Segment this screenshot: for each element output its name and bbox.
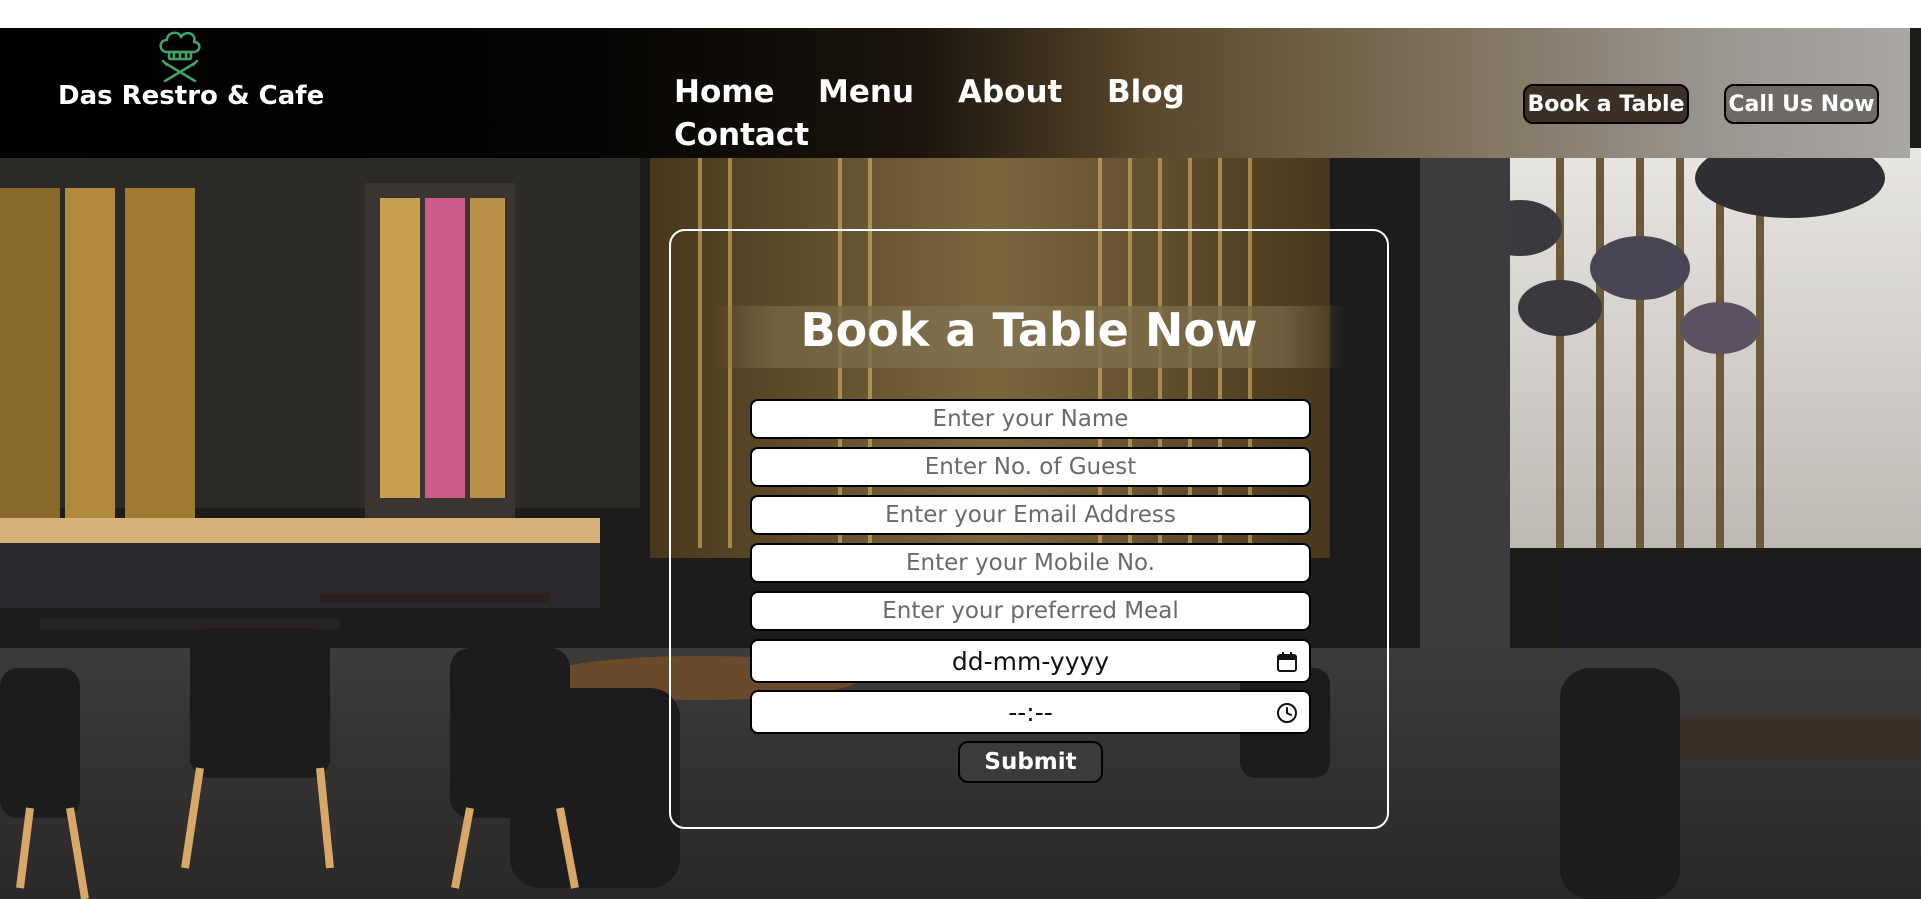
nav-link-home[interactable]: Home [674,74,775,110]
booking-form: Book a Table Now dd-mm-yyyy --:-- Submit [669,229,1389,829]
page: Das Restro & Cafe Home Menu About Blog C… [0,0,1921,899]
email-input[interactable] [750,495,1311,535]
booking-title: Book a Table Now [800,303,1258,357]
nav-link-about[interactable]: About [958,74,1062,110]
mobile-input[interactable] [750,543,1311,583]
time-input[interactable]: --:-- [750,690,1311,734]
call-us-now-button[interactable]: Call Us Now [1724,84,1879,124]
guests-input[interactable] [750,447,1311,487]
date-value: dd-mm-yyyy [951,646,1110,676]
submit-button[interactable]: Submit [958,741,1103,783]
calendar-icon[interactable] [1275,650,1299,674]
name-input[interactable] [750,399,1311,439]
nav-link-menu[interactable]: Menu [818,74,914,110]
clock-icon[interactable] [1275,701,1299,725]
date-input[interactable]: dd-mm-yyyy [750,639,1311,683]
nav-link-contact[interactable]: Contact [674,117,809,153]
brand[interactable]: Das Restro & Cafe [58,28,325,148]
nav-link-blog[interactable]: Blog [1107,74,1185,110]
time-value: --:-- [1008,697,1053,727]
book-a-table-button[interactable]: Book a Table [1523,84,1689,124]
navbar: Das Restro & Cafe Home Menu About Blog C… [0,28,1910,158]
meal-input[interactable] [750,591,1311,631]
brand-name: Das Restro & Cafe [58,81,325,111]
chef-hat-logo-icon [159,31,201,83]
